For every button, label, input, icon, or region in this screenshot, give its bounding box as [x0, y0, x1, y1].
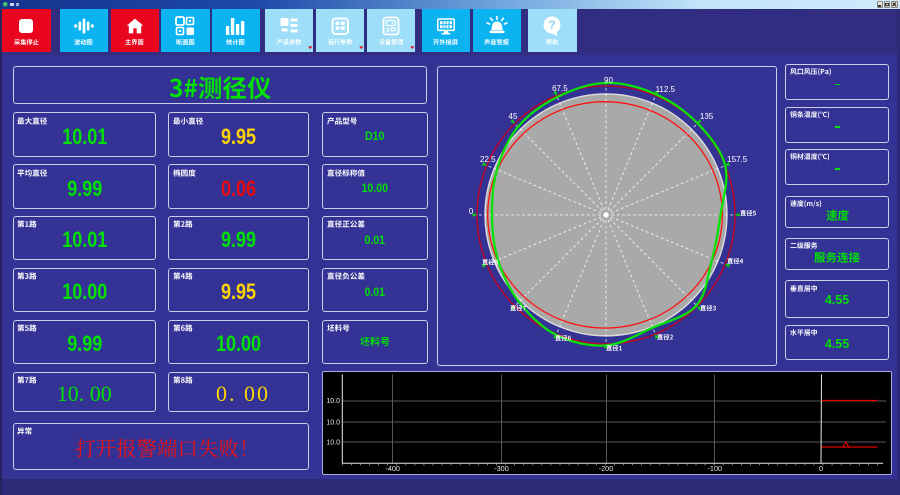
svg-text:10.0: 10.0: [326, 398, 340, 405]
svg-text:10.0: 10.0: [326, 419, 340, 426]
svg-text:0: 0: [819, 463, 823, 472]
svg-text:-300: -300: [494, 463, 509, 472]
svg-text:-400: -400: [385, 463, 400, 472]
svg-text:?: ?: [549, 18, 556, 32]
svg-text:-200: -200: [599, 463, 614, 472]
svg-text:10.0: 10.0: [326, 439, 340, 446]
svg-text:-100: -100: [707, 463, 722, 472]
